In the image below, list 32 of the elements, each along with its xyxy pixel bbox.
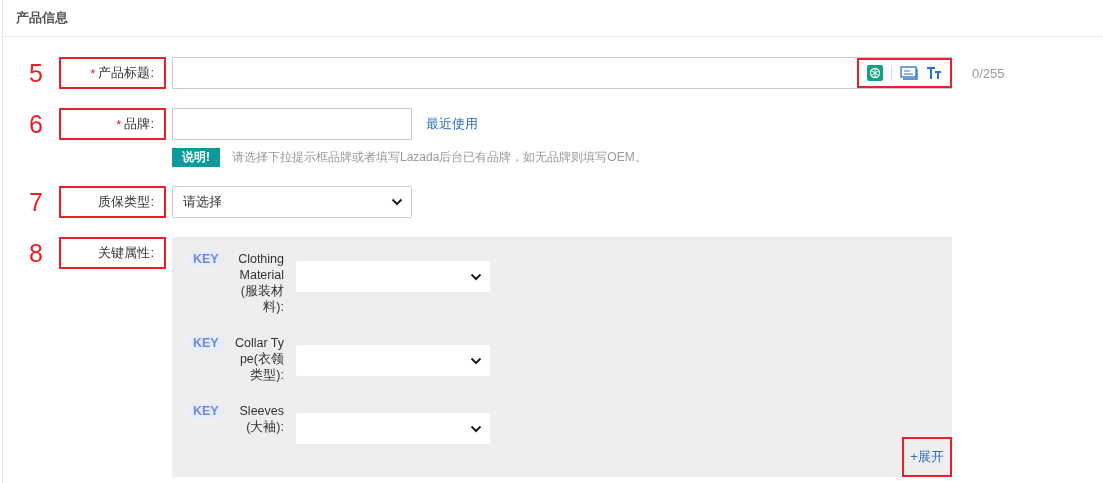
attribute-label: Collar Type(衣领类型): xyxy=(233,335,284,383)
field-label: 质保类型: xyxy=(98,193,154,211)
section-title: 产品信息 xyxy=(16,9,68,27)
attribute-label: Clothing Material(服装材料): xyxy=(237,251,284,315)
annotation-number: 8 xyxy=(28,238,44,269)
key-badge: KEY xyxy=(188,251,224,267)
required-mark: * xyxy=(90,65,96,81)
recent-link[interactable]: 最近使用 xyxy=(426,115,478,133)
key-badge: KEY xyxy=(188,335,224,351)
field-label: 产品标题: xyxy=(98,64,154,82)
expand-link[interactable]: +展开 xyxy=(902,437,952,477)
warranty-select[interactable]: 请选择 xyxy=(172,186,412,218)
brand-input-field[interactable] xyxy=(172,108,412,140)
font-size-icon[interactable] xyxy=(926,66,942,80)
annotation-number: 5 xyxy=(28,58,44,89)
hint-text: 请选择下拉提示框品牌或者填写Lazada后台已有品牌，如无品牌则填写OEM。 xyxy=(232,149,647,166)
chevron-icon xyxy=(470,356,482,365)
annotation-number: 6 xyxy=(28,109,44,140)
field-label: 品牌: xyxy=(124,115,154,133)
character-counter: 0/255 xyxy=(972,65,1005,81)
chevron-icon xyxy=(391,198,403,206)
required-mark: * xyxy=(116,116,122,132)
annotation-number: 7 xyxy=(28,187,44,218)
key-badge: KEY xyxy=(188,403,224,419)
ai-icon[interactable] xyxy=(867,65,883,81)
field-label: 关键属性: xyxy=(98,244,154,262)
note-badge: 说明! xyxy=(172,148,220,167)
chevron-icon xyxy=(470,272,482,281)
title-input-field[interactable] xyxy=(172,57,952,89)
text-box-icon[interactable] xyxy=(900,66,918,80)
attribute-label: Sleeves(大袖): xyxy=(238,403,284,435)
chevron-icon xyxy=(470,424,482,433)
